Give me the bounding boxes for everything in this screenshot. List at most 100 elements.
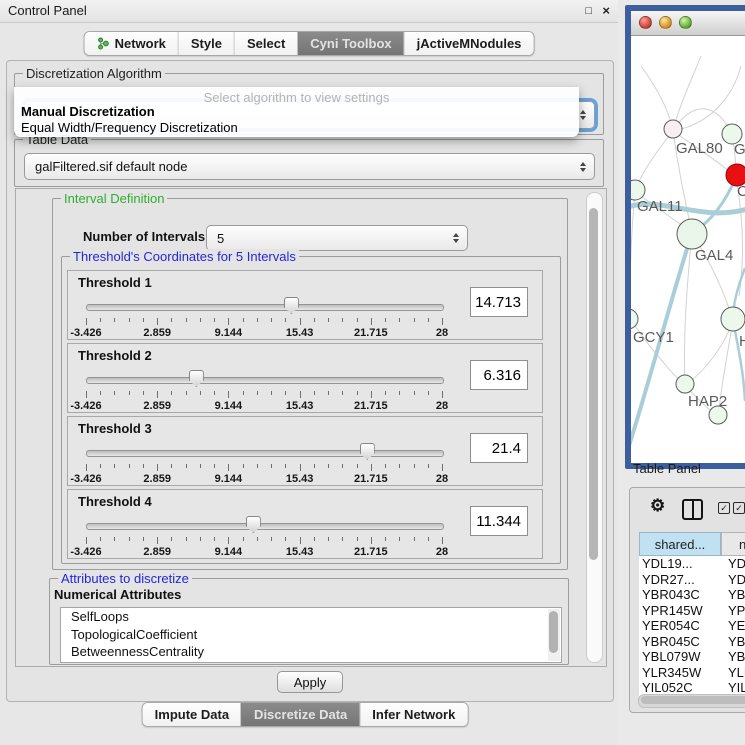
table-row[interactable]: YDL19...YDL1 — [639, 556, 745, 572]
tab-select[interactable]: Select — [234, 32, 297, 55]
tick-mark — [243, 391, 244, 395]
network-node-hap2[interactable] — [676, 375, 694, 393]
select-rows-checkbox-icon[interactable]: ✓ — [733, 502, 745, 514]
network-node-gal80[interactable] — [664, 120, 682, 138]
tick-mark — [342, 318, 343, 322]
slider-ticks — [86, 464, 442, 472]
table-row[interactable]: YER054CYER0 — [639, 618, 745, 634]
slider-thumb[interactable] — [284, 297, 299, 314]
discretization-algorithm-group-title: Discretization Algorithm — [23, 66, 165, 81]
tick-mark — [314, 464, 315, 468]
network-node-gcy1[interactable] — [631, 309, 638, 329]
tick-label: 2.859 — [143, 400, 171, 412]
tick-mark — [171, 391, 172, 395]
algorithm-option-equal-width-frequency-discretization[interactable]: Equal Width/Frequency Discretization — [21, 120, 571, 136]
tick-label: 28 — [436, 546, 448, 558]
slider-track[interactable] — [86, 450, 444, 457]
tick-mark — [86, 537, 87, 544]
tick-mark — [186, 318, 187, 322]
network-node-gal4[interactable] — [677, 219, 707, 249]
zoom-light[interactable] — [679, 16, 692, 29]
numerical-attributes-list[interactable]: SelfLoopsTopologicalCoefficientBetweenne… — [60, 607, 562, 663]
tick-mark — [357, 318, 358, 322]
tick-mark — [186, 464, 187, 468]
tick-mark — [214, 391, 215, 395]
attribute-selfloops[interactable]: SelfLoops — [61, 608, 561, 626]
slider-track[interactable] — [86, 304, 444, 311]
slider-tick-labels: -3.4262.8599.14415.4321.71528 — [86, 400, 442, 412]
mode-tab-discretize-data[interactable]: Discretize Data — [241, 703, 359, 726]
tick-mark — [100, 537, 101, 541]
control-panel-window: Control Panel □ × Network Style SelectCyni… — [0, 0, 618, 745]
control-panel-titlebar: Control Panel □ × — [0, 0, 618, 23]
table-row[interactable]: YLR345WYLR3 — [639, 665, 745, 681]
interval-definition-group: Interval Definition Number of Intervals … — [52, 198, 568, 570]
settings-vertical-scrollbar[interactable] — [586, 192, 603, 663]
minimize-light[interactable] — [659, 16, 672, 29]
slider-tick-labels: -3.4262.8599.14415.4321.71528 — [86, 546, 442, 558]
number-of-intervals-combobox[interactable]: 5 — [206, 225, 468, 251]
column-header-na[interactable]: na — [721, 532, 745, 556]
threshold-4-slider[interactable]: -3.4262.8599.14415.4321.71528 — [86, 516, 442, 556]
column-header-shared[interactable]: shared... — [639, 532, 721, 556]
table-row[interactable]: YPR145WYPR1 — [639, 603, 745, 619]
table-row[interactable]: YBR043CYBR0 — [639, 587, 745, 603]
tick-mark — [171, 537, 172, 541]
cell-shared-name: YDL19... — [639, 556, 724, 572]
tab-jactivemnodules[interactable]: jActiveMNodules — [404, 32, 534, 55]
tick-label: 28 — [436, 473, 448, 485]
tick-mark — [414, 464, 415, 468]
tab-style[interactable]: Style — [178, 32, 234, 55]
threshold-2-value-field[interactable]: 6.316 — [470, 360, 528, 390]
slider-tick-labels: -3.4262.8599.14415.4321.71528 — [86, 327, 442, 339]
table-data-combobox[interactable]: galFiltered.sif default node — [24, 153, 595, 180]
tick-label: 9.144 — [215, 400, 243, 412]
close-window-icon[interactable]: × — [602, 0, 610, 22]
mode-tab-discretize-data-label: Discretize Data — [254, 707, 347, 722]
tick-mark — [186, 391, 187, 395]
network-canvas[interactable]: GAL80GACGAL11GAL4GCY1HHAP2 — [631, 36, 745, 452]
threshold-1-slider[interactable]: -3.4262.8599.14415.4321.71528 — [86, 297, 442, 337]
tick-mark — [228, 391, 229, 398]
slider-track[interactable] — [86, 523, 444, 530]
cyni-toolbox-panel: Discretization Algorithm Select algorith… — [6, 60, 614, 702]
table-row[interactable]: YDR27...YDR2 — [639, 572, 745, 588]
network-node-h[interactable] — [721, 307, 745, 331]
mode-tab-infer-network[interactable]: Infer Network — [359, 703, 467, 726]
slider-thumb[interactable] — [189, 370, 204, 387]
attributes-list-scrollbar[interactable] — [548, 609, 560, 661]
threshold-2-slider[interactable]: -3.4262.8599.14415.4321.71528 — [86, 370, 442, 410]
cell-shared-name: YBL079W — [639, 649, 724, 665]
split-columns-icon[interactable] — [682, 499, 703, 520]
tab-network[interactable]: Network — [85, 32, 178, 55]
threshold-3-value-field[interactable]: 21.4 — [470, 433, 528, 463]
tick-mark — [129, 318, 130, 322]
threshold-1-value-field[interactable]: 14.713 — [470, 287, 528, 317]
mode-tab-impute-data[interactable]: Impute Data — [143, 703, 241, 726]
algorithm-option-manual-discretization[interactable]: Manual Discretization — [21, 104, 571, 120]
tab-cyni-toolbox[interactable]: Cyni Toolbox — [297, 32, 403, 55]
select-columns-checkbox-icon[interactable]: ✓ — [718, 502, 730, 514]
close-light[interactable] — [639, 16, 652, 29]
threshold-3-slider[interactable]: -3.4262.8599.14415.4321.71528 — [86, 443, 442, 483]
apply-button[interactable]: Apply — [277, 671, 343, 693]
table-row[interactable]: YBR045CYBR0 — [639, 634, 745, 650]
table-horizontal-scrollbar[interactable] — [638, 694, 745, 708]
slider-track[interactable] — [86, 377, 444, 384]
table-row[interactable]: YBL079WYBL0 — [639, 649, 745, 665]
tick-mark — [285, 464, 286, 468]
tab-jactivemnodules-label: jActiveMNodules — [417, 36, 522, 51]
network-view-window[interactable]: GAL80GACGAL11GAL4GCY1HHAP2 — [625, 5, 745, 469]
float-window-icon[interactable]: □ — [585, 0, 592, 22]
settings-gear-icon[interactable]: ⚙ — [650, 496, 665, 516]
tick-mark — [442, 537, 443, 544]
slider-thumb[interactable] — [360, 443, 375, 460]
tick-mark — [442, 391, 443, 398]
slider-thumb[interactable] — [246, 516, 261, 533]
tick-mark — [285, 318, 286, 322]
tab-style-label: Style — [191, 36, 222, 51]
network-node[interactable] — [709, 406, 727, 424]
threshold-4-value-field[interactable]: 11.344 — [470, 506, 528, 536]
attribute-betweennesscentrality[interactable]: BetweennessCentrality — [61, 643, 561, 661]
attribute-topologicalcoefficient[interactable]: TopologicalCoefficient — [61, 626, 561, 644]
